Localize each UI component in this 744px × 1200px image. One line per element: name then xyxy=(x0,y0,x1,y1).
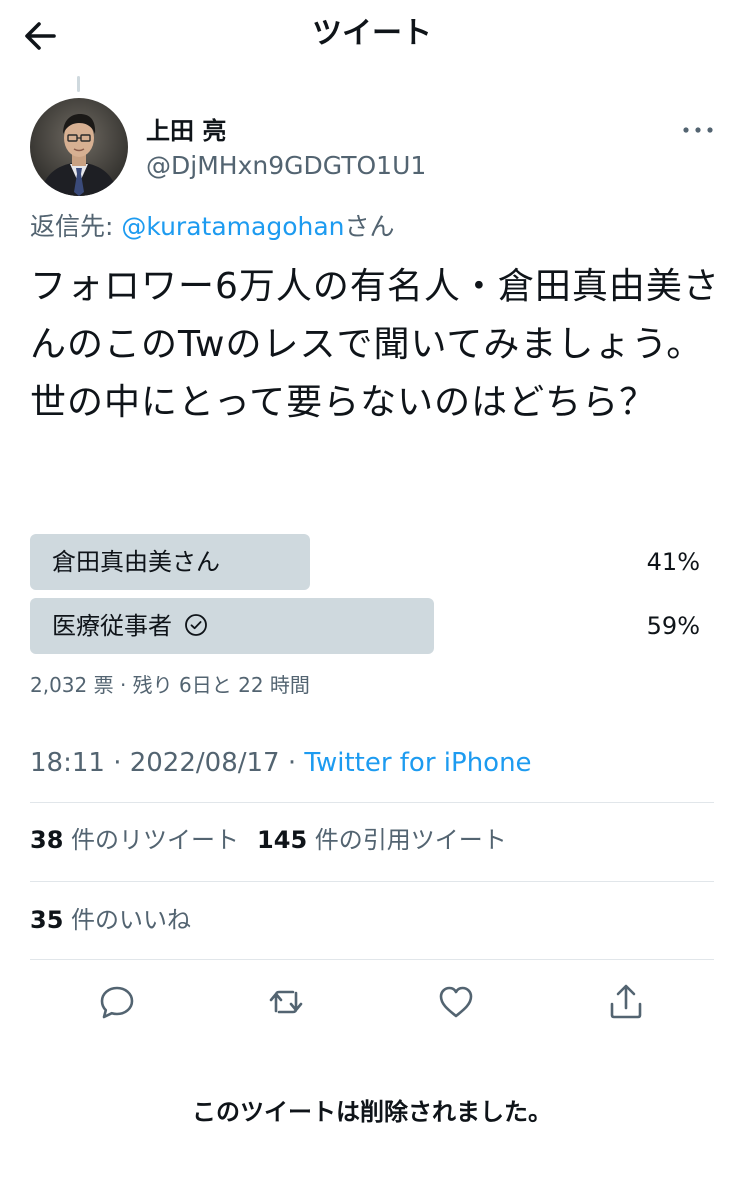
retweets-stat[interactable]: 38 件のリツイート xyxy=(30,826,239,854)
retweet-button[interactable] xyxy=(266,982,306,1022)
avatar-image xyxy=(30,98,128,196)
more-button[interactable] xyxy=(678,118,718,142)
divider xyxy=(30,802,714,803)
quotes-stat[interactable]: 145 件の引用ツイート xyxy=(257,826,507,854)
more-horizontal-icon xyxy=(683,127,713,133)
heart-icon xyxy=(439,986,473,1018)
poll-option-label-wrap: 医療従事者 xyxy=(52,598,208,654)
tweet-timestamp: 18:11 · 2022/08/17 · Twitter for iPhone xyxy=(30,745,532,781)
poll-option: 医療従事者 59% xyxy=(30,598,700,654)
share-button[interactable] xyxy=(606,982,646,1022)
poll-option-label: 医療従事者 xyxy=(52,612,172,640)
reply-icon xyxy=(100,986,134,1019)
share-icon xyxy=(610,984,642,1019)
quotes-count: 145 xyxy=(257,826,308,854)
divider xyxy=(30,959,714,960)
tweet-text: フォロワー6万人の有名人・倉田真由美さんのこのTwのレスで聞いてみましょう。 世… xyxy=(30,266,720,423)
likes-label: 件のいいね xyxy=(71,906,192,934)
reply-prefix: 返信先: xyxy=(30,212,122,241)
poll-option-percent: 41% xyxy=(646,548,700,576)
reply-suffix: さん xyxy=(344,212,395,241)
quotes-label: 件の引用ツイート xyxy=(314,826,507,854)
likes-stat[interactable]: 35 件のいいね xyxy=(30,902,191,938)
reply-button[interactable] xyxy=(97,982,137,1022)
retweet-icon xyxy=(269,990,303,1014)
like-button[interactable] xyxy=(436,982,476,1022)
page-title: ツイート xyxy=(312,16,432,51)
likes-count: 35 xyxy=(30,906,64,934)
reply-mention-link[interactable]: @kuratamagohan xyxy=(121,212,344,241)
poll-option: 倉田真由美さん 41% xyxy=(30,534,700,590)
author-name[interactable]: 上田 亮 xyxy=(146,116,226,146)
retweets-count: 38 xyxy=(30,826,64,854)
poll-meta: 2,032 票 · 残り 6日と 22 時間 xyxy=(30,673,310,697)
thread-connector xyxy=(77,76,80,92)
divider xyxy=(30,881,714,882)
timestamp-text[interactable]: 18:11 · 2022/08/17 · xyxy=(30,748,304,778)
retweets-label: 件のリツイート xyxy=(71,826,240,854)
deleted-notice: このツイートは削除されました。 xyxy=(192,1098,552,1126)
poll-option-percent: 59% xyxy=(646,612,700,640)
poll-option-label: 倉田真由美さん xyxy=(52,548,220,576)
avatar[interactable] xyxy=(30,98,128,196)
source-link[interactable]: Twitter for iPhone xyxy=(304,748,531,778)
reply-context: 返信先: @kuratamagohanさん xyxy=(30,210,395,244)
author-handle[interactable]: @DjMHxn9GDGTO1U1 xyxy=(146,150,426,182)
check-circle-icon xyxy=(185,614,207,636)
engagement-stats: 38 件のリツイート 145 件の引用ツイート xyxy=(30,822,507,858)
